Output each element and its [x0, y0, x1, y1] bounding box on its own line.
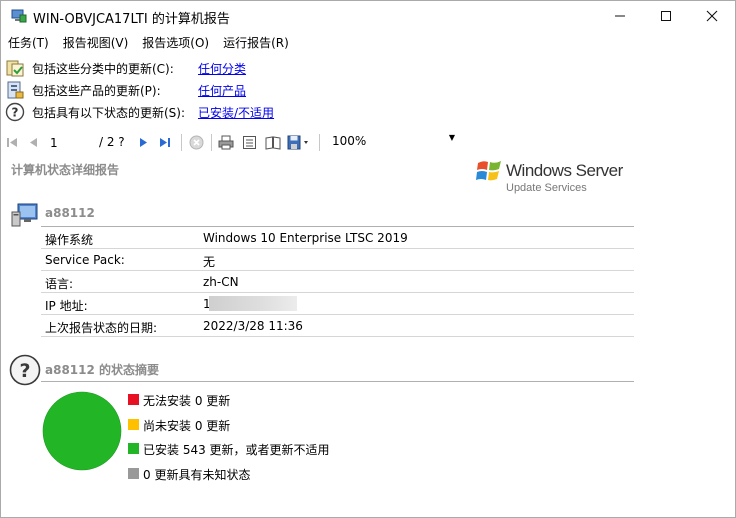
page-total: / 2 ?	[99, 135, 125, 149]
computer-icon	[11, 203, 38, 227]
redaction-mask	[209, 296, 297, 311]
section-divider	[41, 381, 634, 382]
status-question-icon: ?	[5, 102, 25, 122]
question-icon: ?	[9, 354, 41, 386]
filter-status-row: ? 包括具有以下状态的更新(S): 已安装/不适用	[5, 101, 405, 123]
product-icon	[7, 81, 24, 99]
logo-name: Windows Server	[506, 161, 623, 180]
filter-product-row: 包括这些产品的更新(P): 任何产品	[5, 79, 405, 101]
page-layout-icon	[243, 136, 256, 149]
printer-icon	[218, 135, 233, 150]
filter-classification-link[interactable]: 任何分类	[198, 60, 246, 77]
detail-row-os: 操作系统 Windows 10 Enterprise LTSC 2019	[41, 227, 634, 249]
menu-report-options[interactable]: 报告选项(O)	[135, 31, 216, 53]
next-page-icon	[139, 138, 147, 147]
legend-text: 无法安装 0 更新	[143, 394, 231, 408]
save-export-icon	[287, 135, 308, 150]
legend-swatch	[128, 468, 139, 479]
detail-label: Service Pack:	[45, 253, 125, 267]
windows-flag-icon	[476, 161, 501, 181]
previous-page-button[interactable]	[27, 134, 39, 151]
filter-status-label: 包括具有以下状态的更新(S):	[32, 106, 186, 120]
legend-text: 已安装 543 更新，或者更新不适用	[143, 443, 330, 457]
minimize-icon	[615, 15, 625, 17]
detail-label: 语言:	[45, 277, 74, 291]
previous-page-icon	[29, 138, 37, 147]
toolbar-separator	[211, 134, 212, 151]
legend-item-needed: 尚未安装 0 更新	[128, 416, 428, 433]
window-title: WIN-OBVJCA17LTI 的计算机报告	[33, 12, 230, 27]
legend-swatch	[128, 419, 139, 430]
menu-report-view[interactable]: 报告视图(V)	[56, 31, 136, 53]
close-icon	[706, 10, 718, 22]
open-book-icon	[265, 136, 280, 150]
detail-row-last-report: 上次报告状态的日期: 2022/3/28 11:36	[41, 315, 634, 337]
print-layout-button[interactable]	[241, 134, 258, 151]
summary-title: a88112 的状态摘要	[45, 363, 160, 377]
toolbar-separator	[319, 134, 320, 151]
maximize-icon	[661, 11, 671, 21]
legend-item-unknown: 0 更新具有未知状态	[128, 465, 428, 482]
menu-run-report[interactable]: 运行报告(R)	[216, 31, 296, 53]
last-page-icon	[160, 138, 170, 147]
report-toolbar: / 2 ? 100% ▼	[1, 130, 735, 155]
svg-text:?: ?	[19, 360, 30, 382]
filter-product-link[interactable]: 任何产品	[198, 82, 246, 99]
logo-subtitle: Update Services	[506, 182, 587, 194]
detail-value: 2022/3/28 11:36	[203, 319, 303, 333]
export-button[interactable]	[287, 134, 311, 151]
filter-classification-label: 包括这些分类中的更新(C):	[32, 62, 174, 76]
status-pie-chart	[42, 391, 122, 471]
pie-slice-2	[42, 391, 122, 471]
page-number-input[interactable]	[45, 133, 93, 152]
report-window: WIN-OBVJCA17LTI 的计算机报告 任务(T) 报告视图(V) 报告选…	[0, 0, 736, 518]
classification-icon	[6, 60, 24, 77]
report-title: 计算机状态详细报告	[11, 163, 120, 177]
detail-value: 无	[203, 255, 216, 269]
detail-label: 上次报告状态的日期:	[45, 321, 158, 335]
detail-value: Windows 10 Enterprise LTSC 2019	[203, 231, 408, 245]
filter-status-link[interactable]: 已安装/不适用	[198, 104, 274, 121]
first-page-icon	[6, 138, 17, 147]
menu-bar: 任务(T) 报告视图(V) 报告选项(O) 运行报告(R)	[1, 31, 735, 53]
legend-swatch	[128, 443, 139, 454]
svg-text:?: ?	[12, 106, 19, 120]
minimize-button[interactable]	[597, 1, 643, 31]
stop-icon	[189, 135, 203, 150]
next-page-button[interactable]	[137, 134, 149, 151]
detail-value: zh-CN	[203, 275, 239, 289]
legend-text: 0 更新具有未知状态	[143, 468, 251, 482]
close-button[interactable]	[689, 1, 735, 31]
legend-swatch	[128, 394, 139, 405]
zoom-select[interactable]: 100% ▼	[327, 133, 457, 152]
detail-label: 操作系统	[45, 233, 94, 247]
detail-row-ip: IP 地址: 1	[41, 293, 634, 315]
filter-product-label: 包括这些产品的更新(P):	[32, 84, 161, 98]
detail-row-language: 语言: zh-CN	[41, 271, 634, 293]
title-bar: WIN-OBVJCA17LTI 的计算机报告	[1, 1, 735, 31]
zoom-value: 100%	[332, 134, 367, 148]
legend-item-failed: 无法安装 0 更新	[128, 391, 428, 408]
chevron-down-icon: ▼	[448, 133, 455, 142]
detail-row-service-pack: Service Pack: 无	[41, 249, 634, 271]
detail-label: IP 地址:	[45, 299, 88, 313]
windows-server-logo: Windows Server Update Services	[475, 155, 635, 197]
filter-classification-row: 包括这些分类中的更新(C): 任何分类	[5, 57, 405, 79]
menu-tasks[interactable]: 任务(T)	[1, 31, 56, 53]
computer-name: a88112	[45, 206, 95, 220]
page-setup-button[interactable]	[264, 134, 281, 151]
print-button[interactable]	[217, 134, 234, 151]
toolbar-separator	[181, 134, 182, 151]
wsus-computer-icon	[11, 9, 27, 23]
stop-button[interactable]	[188, 134, 204, 151]
legend-item-installed: 已安装 543 更新，或者更新不适用	[128, 440, 428, 457]
report-area: 计算机状态详细报告 Windows Server Update Services…	[1, 155, 735, 517]
legend-text: 尚未安装 0 更新	[143, 419, 231, 433]
maximize-button[interactable]	[643, 1, 689, 31]
last-page-button[interactable]	[158, 134, 172, 151]
first-page-button[interactable]	[6, 134, 18, 151]
